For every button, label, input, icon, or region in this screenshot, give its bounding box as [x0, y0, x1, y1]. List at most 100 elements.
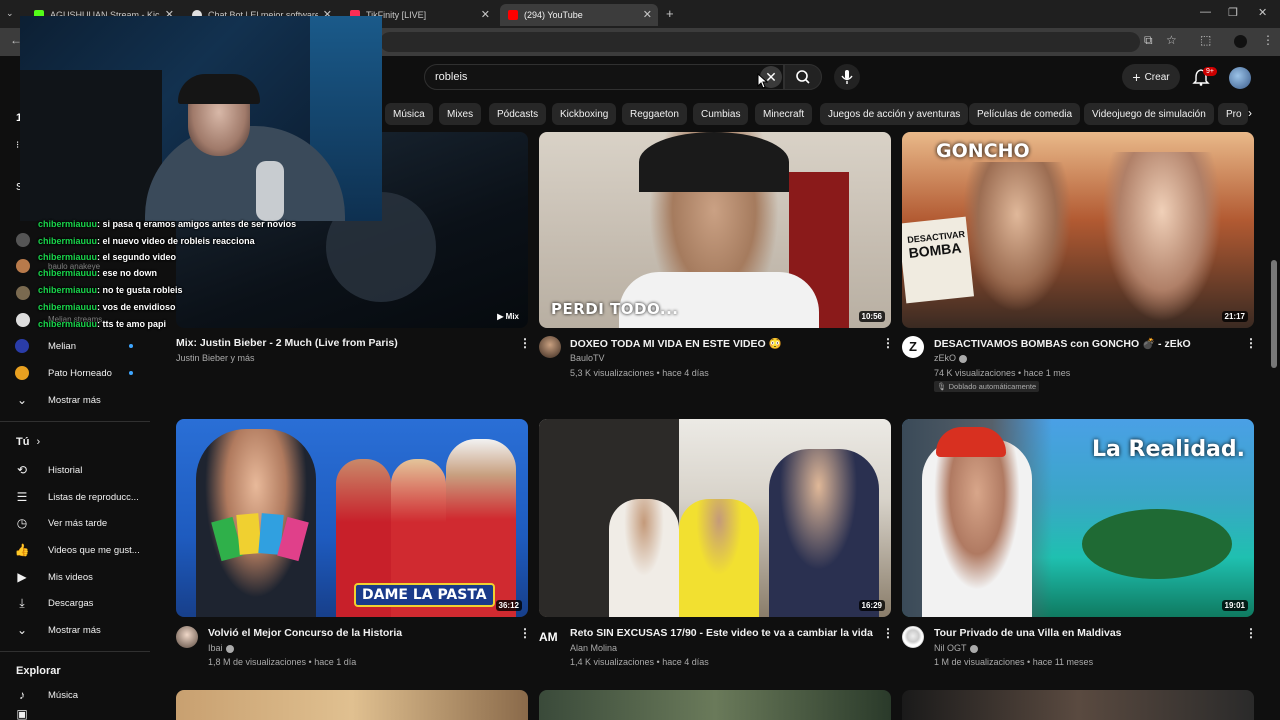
- chip-videojuego-simulacion[interactable]: Videojuego de simulación: [1084, 103, 1214, 125]
- chat-text: : tts te amo papi: [97, 319, 167, 329]
- video-menu-icon[interactable]: ⋮: [519, 626, 531, 640]
- chip-mixes[interactable]: Mixes: [439, 103, 482, 125]
- sub-avatar[interactable]: [16, 233, 30, 247]
- sidebar-item-melian[interactable]: Melian: [14, 335, 76, 357]
- close-tab-icon[interactable]: ✕: [643, 8, 652, 21]
- sidebar-item-pato-horneado[interactable]: Pato Horneado: [14, 362, 112, 384]
- channel-name[interactable]: Ibai: [208, 643, 234, 653]
- video-menu-icon[interactable]: ⋮: [882, 626, 894, 640]
- sub-avatar[interactable]: [16, 286, 30, 300]
- video-thumbnail[interactable]: DESACTIVAR BOMBA GONCHO 21:17: [902, 132, 1254, 328]
- extensions-icon[interactable]: ⬚: [1200, 33, 1211, 47]
- channel-name[interactable]: Alan Molina: [570, 643, 617, 653]
- new-tab-button[interactable]: +: [666, 6, 674, 21]
- voice-search-button[interactable]: [834, 64, 860, 90]
- chip-peliculas-comedia[interactable]: Películas de comedia: [969, 103, 1081, 125]
- video-stats: 1 M de visualizaciones • hace 11 meses: [934, 657, 1094, 667]
- sidebar-item-ver-mas-tarde[interactable]: ◷ Ver más tarde: [14, 512, 107, 534]
- page-scrollbar[interactable]: [1271, 260, 1277, 368]
- bookmark-star-icon[interactable]: ☆: [1166, 33, 1177, 47]
- chip-musica[interactable]: Música: [385, 103, 433, 125]
- sub-avatar[interactable]: [16, 313, 30, 327]
- search-input[interactable]: robleis: [435, 71, 467, 83]
- channel-name[interactable]: zEkO: [934, 353, 968, 363]
- create-button[interactable]: + Crear: [1122, 64, 1180, 90]
- video-thumbnail[interactable]: La Realidad. 19:01: [902, 419, 1254, 617]
- channel-avatar-zeko[interactable]: Z: [902, 336, 924, 358]
- chat-text: : si pasa q eramos amigos antes de ser n…: [97, 219, 297, 229]
- chat-username: chibermiauuu: [38, 219, 98, 229]
- video-title[interactable]: Tour Privado de una Villa en Maldivas: [934, 627, 1122, 639]
- chip-pro[interactable]: Pro: [1218, 103, 1248, 125]
- close-tab-icon[interactable]: ✕: [481, 8, 490, 21]
- chip-reggaeton[interactable]: Reggaeton: [622, 103, 687, 125]
- thumbnail-text: GONCHO: [936, 140, 1030, 162]
- video-thumbnail[interactable]: DAME LA PASTA 36:12: [176, 419, 528, 617]
- sidebar-item-videos-gustan[interactable]: 👍 Videos que me gust...: [14, 539, 140, 561]
- sidebar-show-more-subs[interactable]: ⌄ Mostrar más: [14, 389, 101, 411]
- new-content-dot: [129, 344, 133, 348]
- chip-minecraft[interactable]: Minecraft: [755, 103, 813, 125]
- sidebar-explore-header: Explorar: [16, 665, 61, 677]
- channel-avatar[interactable]: [539, 336, 561, 358]
- sidebar-item-musica[interactable]: ♪ Música: [14, 684, 78, 706]
- chip-juegos-accion[interactable]: Juegos de acción y aventuras: [820, 103, 969, 125]
- sidebar-item-partial[interactable]: ▣: [14, 708, 48, 720]
- chat-message: chibermiauuu: tts te amo papi: [38, 319, 166, 329]
- video-title[interactable]: DOXEO TODA MI VIDA EN ESTE VIDEO 😳: [570, 337, 782, 350]
- video-thumbnail[interactable]: 16:29: [539, 419, 891, 617]
- clock-icon: ◷: [16, 516, 28, 530]
- thumbnail-text: DAME LA PASTA: [354, 583, 495, 607]
- video-menu-icon[interactable]: ⋮: [882, 336, 894, 350]
- chips-next-icon[interactable]: ›: [1248, 106, 1252, 120]
- video-menu-icon[interactable]: ⋮: [1245, 626, 1257, 640]
- chat-text: : no te gusta robleis: [97, 285, 183, 295]
- video-title[interactable]: DESACTIVAMOS BOMBAS con GONCHO 💣 - zEkO: [934, 337, 1191, 350]
- profile-icon[interactable]: [1234, 35, 1247, 48]
- restore-icon[interactable]: ❐: [1228, 6, 1238, 19]
- search-button[interactable]: [784, 64, 822, 90]
- video-thumbnail[interactable]: [176, 690, 528, 720]
- channel-avatar[interactable]: [176, 626, 198, 648]
- chevron-right-icon: ›: [36, 436, 41, 448]
- verified-icon: [969, 644, 978, 653]
- video-title[interactable]: Reto SIN EXCUSAS 17/90 - Este video te v…: [570, 627, 873, 639]
- close-window-icon[interactable]: ✕: [1258, 6, 1267, 19]
- chat-message: chibermiauuu: vos de envidioso: [38, 302, 176, 312]
- sidebar-item-descargas[interactable]: ⤓ Descargas: [14, 592, 93, 614]
- chat-username: chibermiauuu: [38, 252, 98, 262]
- sidebar-divider: [0, 421, 150, 422]
- sub-avatar[interactable]: [16, 259, 30, 273]
- sidebar-you-header[interactable]: Tú ›: [16, 436, 40, 448]
- sidebar-show-more-you[interactable]: ⌄ Mostrar más: [14, 619, 101, 641]
- video-menu-icon[interactable]: ⋮: [519, 336, 531, 350]
- channel-name[interactable]: Justin Bieber y más: [176, 353, 255, 363]
- cast-icon[interactable]: ⧉: [1144, 33, 1153, 48]
- search-field[interactable]: robleis: [424, 64, 784, 90]
- sidebar-item-label: Música: [48, 689, 79, 701]
- chip-kickboxing[interactable]: Kickboxing: [552, 103, 617, 125]
- channel-name[interactable]: Nil OGT: [934, 643, 978, 653]
- duration-badge: 16:29: [858, 600, 885, 611]
- chip-cumbias[interactable]: Cumbias: [693, 103, 749, 125]
- sidebar-item-historial[interactable]: ⟲ Historial: [14, 459, 82, 481]
- user-avatar[interactable]: [1229, 67, 1251, 89]
- sidebar-item-mis-videos[interactable]: ▶ Mis videos: [14, 566, 93, 588]
- video-thumbnail[interactable]: [539, 690, 891, 720]
- video-thumbnail[interactable]: [902, 690, 1254, 720]
- browser-menu-icon[interactable]: ⋮: [1262, 33, 1274, 47]
- video-menu-icon[interactable]: ⋮: [1245, 336, 1257, 350]
- tab-search-icon[interactable]: ⌄: [6, 8, 14, 19]
- sidebar-item-listas[interactable]: ☰ Listas de reproducc...: [14, 486, 139, 508]
- url-field[interactable]: [380, 32, 1140, 52]
- minimize-icon[interactable]: —: [1200, 6, 1211, 18]
- channel-name[interactable]: BauloTV: [570, 353, 605, 363]
- video-title[interactable]: Volvió el Mejor Concurso de la Historia: [208, 627, 402, 639]
- channel-avatar-am[interactable]: AM: [539, 626, 561, 648]
- create-label: Crear: [1144, 71, 1170, 83]
- chip-podcasts[interactable]: Pódcasts: [489, 103, 547, 125]
- video-thumbnail[interactable]: PERDI TODO... 10:56: [539, 132, 891, 328]
- channel-avatar[interactable]: [902, 626, 924, 648]
- video-title[interactable]: Mix: Justin Bieber - 2 Much (Live from P…: [176, 337, 398, 349]
- browser-tab-youtube[interactable]: (294) YouTube ✕: [500, 4, 658, 26]
